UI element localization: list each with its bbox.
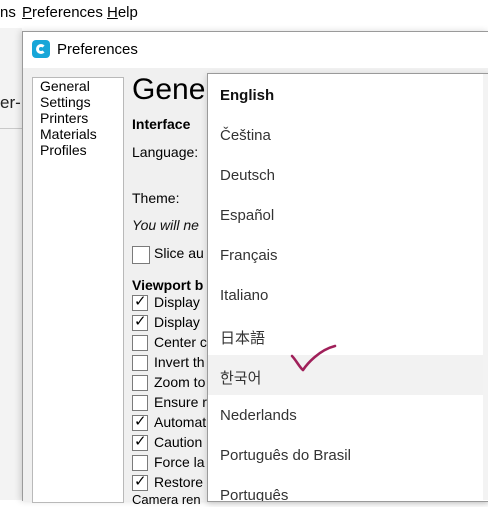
language-label: Language:	[132, 144, 199, 160]
checkbox-box[interactable]	[132, 395, 148, 411]
restart-note: You will ne	[132, 217, 199, 233]
language-option-francais[interactable]: Français	[208, 235, 485, 275]
language-option-japanese[interactable]: 日本語	[208, 315, 485, 355]
checkbox-label: Zoom to	[154, 374, 206, 390]
language-option-deutsch[interactable]: Deutsch	[208, 155, 485, 195]
language-option-nederlands[interactable]: Nederlands	[208, 395, 485, 435]
checkbox-box[interactable]	[132, 355, 148, 371]
menu-item-partial[interactable]: ns	[0, 4, 16, 21]
language-option-espanol[interactable]: Español	[208, 195, 485, 235]
check-icon: ✓	[134, 413, 147, 430]
option-label: Čeština	[220, 127, 271, 144]
nav-item-settings[interactable]: Settings	[40, 94, 91, 110]
language-option-portugues-brasil[interactable]: Português do Brasil	[208, 435, 485, 475]
page-title: Gene	[132, 73, 206, 106]
checkbox-label: Ensure r	[154, 394, 207, 410]
checkbox-box[interactable]	[132, 246, 150, 264]
handwritten-checkmark-icon	[290, 344, 337, 372]
checkbox-box[interactable]	[132, 335, 148, 351]
language-option-italiano[interactable]: Italiano	[208, 275, 485, 315]
checkbox-label: Display	[154, 314, 200, 330]
option-label: English	[220, 87, 275, 104]
language-option-cestina[interactable]: Čeština	[208, 115, 485, 155]
preferences-nav: General Settings Printers Materials Prof…	[32, 77, 124, 503]
option-label: Deutsch	[220, 167, 276, 184]
option-label: Italiano	[220, 287, 269, 304]
checkbox-label: Force la	[154, 454, 205, 470]
checkbox-box[interactable]: ✓	[132, 413, 148, 431]
window-title: Preferences	[57, 41, 138, 58]
check-icon: ✓	[134, 433, 147, 450]
menu-help[interactable]: Help	[107, 4, 138, 21]
checkbox-label: Automat	[154, 414, 207, 430]
checkbox-box[interactable]: ✓	[132, 313, 148, 331]
checkbox-label: Center c	[154, 334, 207, 350]
checkbox-box[interactable]: ✓	[132, 433, 148, 451]
nav-item-materials[interactable]: Materials	[40, 126, 97, 142]
language-dropdown-list[interactable]: English Čeština Deutsch Español Français…	[207, 73, 488, 502]
check-icon: ✓	[134, 473, 147, 490]
theme-label: Theme:	[132, 190, 180, 206]
checkbox-box[interactable]	[132, 375, 148, 391]
check-icon: ✓	[134, 293, 147, 310]
option-label: Español	[220, 207, 275, 224]
background-tab-text: er-	[0, 93, 21, 112]
window-titlebar[interactable]: Preferences	[23, 32, 488, 68]
option-label: 한국어	[220, 370, 262, 387]
interface-heading: Interface	[132, 116, 191, 132]
checkbox-box[interactable]	[132, 455, 148, 471]
option-label: Français	[220, 247, 278, 264]
option-label: 日本語	[220, 330, 266, 347]
checkbox-label: Caution	[154, 434, 203, 450]
menu-preferences-label: references	[32, 4, 103, 21]
nav-item-general[interactable]: General	[40, 78, 90, 94]
menu-preferences[interactable]: Preferences	[22, 4, 103, 21]
background-divider	[0, 128, 22, 129]
checkbox-label: Invert th	[154, 354, 205, 370]
checkbox-box[interactable]: ✓	[132, 473, 148, 491]
menu-help-mnemonic: H	[107, 4, 118, 21]
language-option-portugues[interactable]: Português	[208, 475, 485, 501]
checkbox-label: Restore	[154, 474, 204, 490]
app-menubar: ns Preferences Help	[0, 0, 488, 28]
menu-help-label: elp	[117, 4, 138, 21]
menu-preferences-mnemonic: P	[22, 4, 33, 21]
dropdown-scrollbar[interactable]	[483, 74, 488, 500]
cura-app-icon	[32, 40, 50, 58]
slice-auto-label: Slice au	[154, 245, 204, 261]
checkbox-label: Display	[154, 294, 200, 310]
language-option-korean[interactable]: 한국어	[208, 355, 485, 395]
option-label: Português do Brasil	[220, 447, 351, 464]
option-label: Nederlands	[220, 407, 297, 424]
nav-item-profiles[interactable]: Profiles	[40, 142, 87, 158]
viewport-heading: Viewport b	[132, 277, 204, 293]
checkbox-box[interactable]: ✓	[132, 293, 148, 311]
check-icon: ✓	[134, 313, 147, 330]
nav-item-printers[interactable]: Printers	[40, 110, 88, 126]
language-option-english[interactable]: English	[208, 75, 485, 115]
